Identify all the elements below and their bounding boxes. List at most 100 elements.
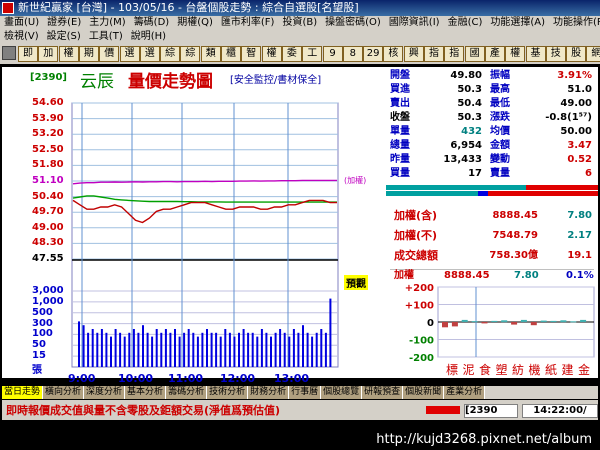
volume-bar — [279, 329, 282, 367]
toolbar-button[interactable]: 權 — [505, 46, 526, 62]
menu-item[interactable]: 主力(M) — [85, 16, 129, 30]
app-icon — [2, 2, 14, 14]
toolbar-button[interactable]: 加 — [38, 46, 59, 62]
toolbar-button[interactable]: 綜 — [160, 46, 181, 62]
quote-value: 3.91% — [557, 70, 592, 81]
toolbar-button[interactable]: 網 — [586, 46, 600, 62]
toolbar-button[interactable]: 29 — [363, 46, 384, 62]
sector-label[interactable]: 紙 — [545, 362, 557, 377]
quote-value: 17 — [468, 168, 482, 179]
toolbar-button[interactable]: 基 — [525, 46, 546, 62]
toolbar-button[interactable]: 類 — [200, 46, 221, 62]
tab[interactable]: 當日走勢 — [2, 386, 44, 399]
menu-item[interactable]: 操盤密碼(O) — [321, 16, 385, 30]
toolbar-button[interactable]: 核 — [383, 46, 404, 62]
sector-label[interactable]: 泥 — [463, 363, 475, 377]
menu-item[interactable]: 設定(S) — [43, 30, 85, 44]
price-tick-label: 49.00 — [32, 221, 64, 233]
menu-item[interactable]: 投資(B) — [278, 16, 321, 30]
tab[interactable]: 基本分析 — [125, 386, 167, 399]
tab[interactable]: 個股總覽 — [321, 386, 363, 399]
toolbar-button[interactable]: 產 — [484, 46, 505, 62]
menu-item[interactable]: 匯市利率(F) — [217, 16, 279, 30]
toolbar-button[interactable]: 選 — [119, 46, 140, 62]
volume-bar — [82, 325, 85, 367]
tab[interactable]: 財務分析 — [248, 386, 290, 399]
menu-item[interactable]: 工具(T) — [85, 30, 127, 44]
toolbar-button[interactable]: 期 — [78, 46, 99, 62]
menu-item[interactable]: 檢視(V) — [0, 30, 43, 44]
toolbar-button[interactable]: 委 — [281, 46, 302, 62]
toolbar-button[interactable]: 技 — [545, 46, 566, 62]
toolbar-button[interactable]: 權 — [261, 46, 282, 62]
menu-item[interactable]: 國際資訊(I) — [385, 16, 444, 30]
tab[interactable]: 產業分析 — [444, 386, 486, 399]
quote-label: 收盤 — [390, 112, 410, 123]
price-tick-label: 51.80 — [32, 159, 64, 171]
index-marker-label: (加權) — [344, 176, 367, 185]
menu-item[interactable]: 功能操作(P) — [549, 16, 600, 30]
mini-index-pct: 0.1% — [566, 270, 594, 281]
sector-label[interactable]: 食 — [479, 362, 491, 377]
toolbar-button[interactable]: 指 — [424, 46, 444, 62]
toolbar-button[interactable]: 櫃 — [221, 46, 241, 62]
time-tick-label: 12:00 — [220, 372, 256, 385]
menu-item[interactable]: 功能選擇(A) — [486, 16, 549, 30]
sector-label[interactable]: 建 — [562, 363, 574, 377]
price-tick-label: 47.55 — [32, 253, 64, 264]
sector-label[interactable]: 標 — [446, 363, 458, 377]
volume-bar — [206, 329, 208, 367]
toolbar-button[interactable]: 興 — [403, 46, 424, 62]
index-row: 加權(含) 8888.45 7.80 — [386, 207, 598, 225]
tab[interactable]: 深度分析 — [84, 386, 126, 399]
toolbar-button[interactable]: 國 — [464, 46, 485, 62]
menu-item[interactable]: 說明(H) — [127, 30, 170, 44]
sector-label[interactable]: 塑 — [496, 362, 508, 377]
toolbar-button[interactable]: 智 — [241, 46, 262, 62]
tab[interactable]: 個股新聞 — [403, 386, 445, 399]
volume-bar — [91, 329, 94, 367]
toolbar-button[interactable]: 價 — [99, 46, 120, 62]
toolbar-button[interactable]: 8 — [342, 46, 363, 62]
volume-bar — [132, 329, 135, 367]
tab[interactable]: 籌碼分析 — [166, 386, 208, 399]
tab[interactable]: 行事曆 — [289, 386, 322, 399]
quote-value: 0.52 — [567, 154, 592, 165]
volume-bar — [96, 332, 99, 367]
menu-item[interactable]: 期權(Q) — [173, 16, 217, 30]
tab[interactable]: 技術分析 — [207, 386, 249, 399]
tab[interactable]: 橫向分析 — [43, 386, 85, 399]
volume-bar — [142, 325, 144, 367]
sector-label[interactable]: 紡 — [512, 362, 524, 377]
menu-item[interactable]: 籌碼(D) — [130, 16, 174, 30]
toolbar-button[interactable]: 9 — [322, 46, 343, 62]
toolbar-button[interactable]: 選 — [139, 46, 160, 62]
menu-item[interactable]: 畫面(U) — [0, 16, 43, 30]
menu-item[interactable]: 證券(E) — [43, 16, 85, 30]
toolbar-button[interactable]: 工 — [302, 46, 323, 62]
volume-bar — [320, 329, 323, 367]
toolbar-button[interactable]: 權 — [58, 46, 79, 62]
toolbar-button[interactable]: 綜 — [180, 46, 201, 62]
mini-tick-label: 0 — [427, 318, 434, 329]
sector-bar — [481, 322, 488, 324]
toolbar-button[interactable]: 指 — [444, 46, 465, 62]
quote-row: 開盤 49.80 振幅 3.91% — [386, 69, 598, 82]
volume-bar — [306, 332, 309, 367]
tab[interactable]: 研報預查 — [362, 386, 404, 399]
toolbar-button[interactable]: 股 — [566, 46, 587, 62]
preview-button[interactable]: 預觀 — [344, 275, 368, 290]
toolbar-button[interactable]: 即 — [18, 46, 38, 62]
sector-bar — [461, 319, 468, 322]
mini-index-value: 8888.45 — [444, 270, 490, 281]
quote-panel: 開盤 49.80 振幅 3.91% 買進 50.3 最高 51.0 賣出 50.4 最低 49.00 收… — [386, 67, 598, 378]
menu-item[interactable]: 金融(C) — [444, 16, 487, 30]
stock-code-input[interactable]: [2390 — [464, 404, 518, 418]
index-value: 8888.45 — [492, 210, 538, 221]
volume-bar — [169, 332, 172, 367]
sector-label[interactable]: 金 — [578, 362, 590, 377]
sector-label[interactable]: 機 — [529, 362, 541, 377]
quote-row: 賣出 50.4 最低 49.00 — [386, 97, 598, 110]
sector-bar — [442, 322, 448, 328]
volume-bar — [324, 332, 327, 367]
